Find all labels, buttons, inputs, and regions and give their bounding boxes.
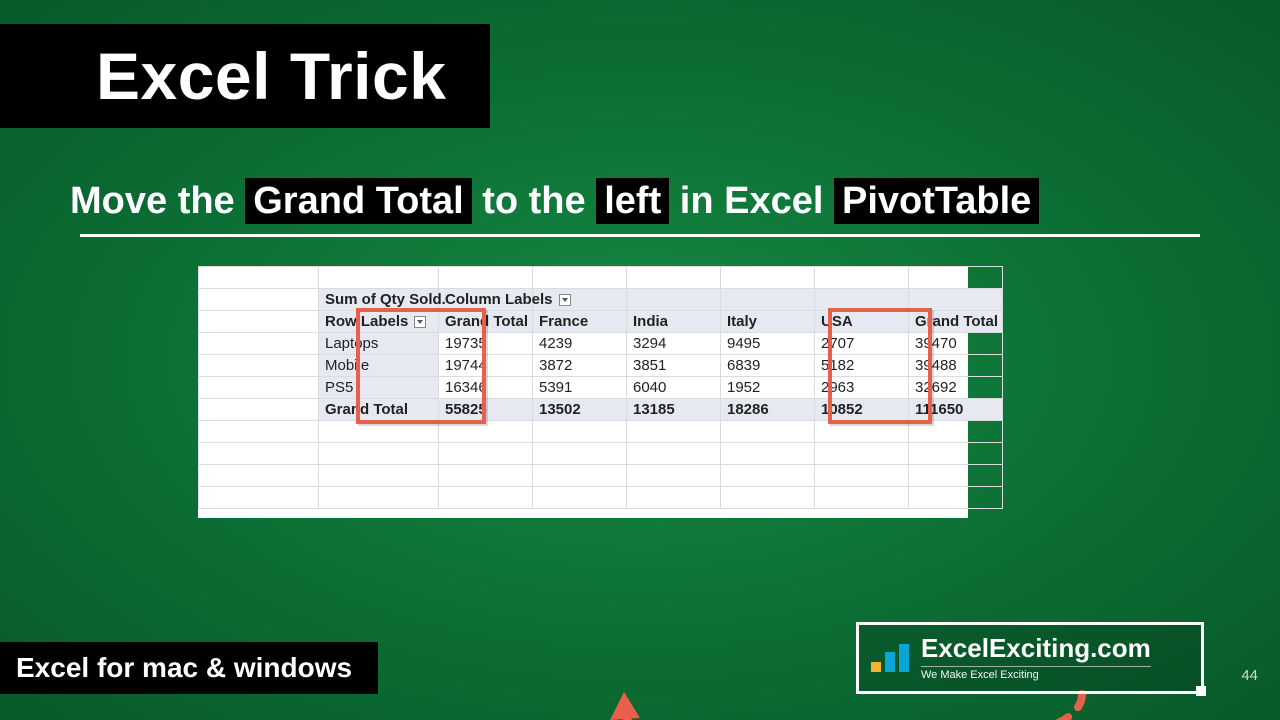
cell: 6040 [627, 377, 721, 399]
cell: 3294 [627, 333, 721, 355]
cell: 13502 [533, 399, 627, 421]
row-label: Mobile [319, 355, 439, 377]
brand-badge: ExcelExciting.com We Make Excel Exciting [856, 622, 1204, 694]
brand-name: ExcelExciting.com [921, 635, 1151, 662]
cell: 18286 [721, 399, 815, 421]
row-label: PS5 [319, 377, 439, 399]
slide: Excel Trick Move the Grand Total to the … [0, 0, 1280, 720]
cell: 2963 [815, 377, 909, 399]
table-row: Mobile 19744 3872 3851 6839 5182 39488 [199, 355, 1003, 377]
cell: 4239 [533, 333, 627, 355]
dropdown-icon[interactable] [559, 294, 571, 306]
page-number: 44 [1241, 667, 1258, 684]
subtitle-part: to the [472, 180, 597, 222]
column-header: USA [815, 311, 909, 333]
cell: 39488 [909, 355, 1003, 377]
cell: 39470 [909, 333, 1003, 355]
column-header: Grand Total [909, 311, 1003, 333]
grand-total-row: Grand Total 55825 13502 13185 18286 1085… [199, 399, 1003, 421]
column-header: Grand Total [439, 311, 533, 333]
cell: 1952 [721, 377, 815, 399]
divider [80, 234, 1200, 237]
subtitle-highlight: Grand Total [245, 178, 471, 224]
pivot-table-screenshot: Sum of Qty Sold. Column Labels Row Label… [198, 266, 968, 518]
column-header: France [533, 311, 627, 333]
footer-label: Excel for mac & windows [0, 642, 378, 694]
cell: 16346 [439, 377, 533, 399]
cell: 10852 [815, 399, 909, 421]
table-row: Laptops 19735 4239 3294 9495 2707 39470 [199, 333, 1003, 355]
cell: 3851 [627, 355, 721, 377]
cell: 55825 [439, 399, 533, 421]
cell: 13185 [627, 399, 721, 421]
cell: 9495 [721, 333, 815, 355]
brand-bars-icon [871, 644, 909, 672]
cell: 5391 [533, 377, 627, 399]
dropdown-icon[interactable] [414, 316, 426, 328]
brand-corner-marker [1196, 686, 1206, 696]
pivot-table: Sum of Qty Sold. Column Labels Row Label… [198, 266, 1003, 509]
cell: 2707 [815, 333, 909, 355]
cell: 19744 [439, 355, 533, 377]
slide-title: Excel Trick [0, 24, 490, 128]
column-header: Italy [721, 311, 815, 333]
column-labels-text: Column Labels [445, 291, 553, 308]
cell: 111650 [909, 399, 1003, 421]
column-labels-header: Column Labels [439, 289, 533, 311]
row-label: Laptops [319, 333, 439, 355]
row-labels-header: Row Labels [319, 311, 439, 333]
subtitle-highlight: PivotTable [834, 178, 1039, 224]
cell: 5182 [815, 355, 909, 377]
brand-tagline: We Make Excel Exciting [921, 666, 1151, 682]
cell: 3872 [533, 355, 627, 377]
subtitle-part: Move the [70, 180, 245, 222]
subtitle-part: in Excel [669, 180, 834, 222]
grand-total-label: Grand Total [319, 399, 439, 421]
column-header: India [627, 311, 721, 333]
subtitle-highlight: left [596, 178, 669, 224]
table-row: PS5 16346 5391 6040 1952 2963 32692 [199, 377, 1003, 399]
cell: 19735 [439, 333, 533, 355]
cell: 6839 [721, 355, 815, 377]
slide-subtitle: Move the Grand Total to the left in Exce… [70, 180, 1210, 223]
cell: 32692 [909, 377, 1003, 399]
row-labels-text: Row Labels [325, 313, 408, 330]
pivot-corner: Sum of Qty Sold. [319, 289, 439, 311]
